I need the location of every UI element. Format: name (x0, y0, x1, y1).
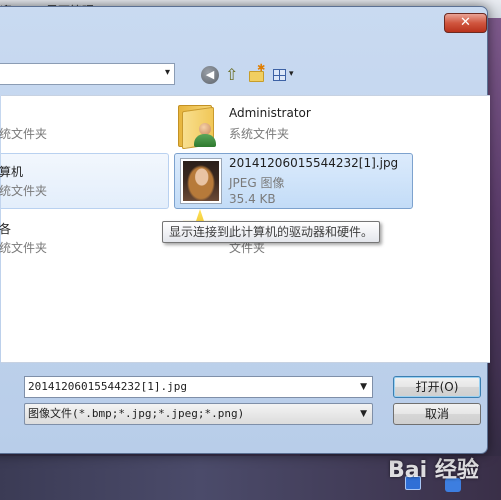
up-folder-icon[interactable]: ⇧ (225, 66, 243, 84)
jpg-file-type: JPEG 图像 (229, 176, 285, 190)
administrator-name[interactable]: Administrator (229, 106, 311, 120)
jpg-file-size: 35.4 KB (229, 192, 276, 206)
user-folder-icon[interactable] (178, 101, 216, 150)
left-item-3-name: 各 (0, 222, 12, 236)
chevron-down-icon[interactable]: ▼ (360, 377, 367, 397)
file-name-value: 20141206015544232[1].jpg (28, 380, 187, 393)
file-type-value: 图像文件(*.bmp;*.jpg;*.jpeg;*.png) (28, 407, 245, 420)
cancel-button[interactable]: 取消 (393, 403, 481, 425)
jpg-file-name[interactable]: 20141206015544232[1].jpg (229, 156, 398, 170)
file-type-select[interactable]: 图像文件(*.bmp;*.jpg;*.jpeg;*.png) ▼ (24, 403, 373, 425)
view-menu-icon[interactable]: ▾ (272, 66, 300, 84)
back-icon[interactable]: ◀ (201, 66, 219, 84)
file-name-input[interactable]: 20141206015544232[1].jpg ▼ (24, 376, 373, 398)
left-item-2-name: 算机 (0, 165, 24, 179)
left-item-2-type: 统文件夹 (0, 184, 48, 198)
folder-path-combobox[interactable]: ▾ (0, 63, 175, 85)
baidu-watermark: Bai 经验 (388, 458, 479, 483)
chevron-down-icon[interactable]: ▾ (165, 67, 170, 78)
list-item-computer[interactable] (1, 153, 169, 209)
administrator-type: 系统文件夹 (229, 127, 290, 141)
open-file-dialog: ✕ ▾ ◀ ⇧ ✱ ▾ 统文件夹 算机 统文件夹 各 统文件夹 Administ… (0, 6, 490, 454)
close-button[interactable]: ✕ (444, 13, 487, 33)
chevron-down-icon[interactable]: ▼ (360, 404, 367, 424)
new-folder-icon[interactable]: ✱ (248, 63, 266, 84)
left-item-1-type: 统文件夹 (0, 127, 48, 141)
left-item-3-type: 统文件夹 (0, 241, 48, 255)
open-button[interactable]: 打开(O) (393, 376, 481, 398)
image-thumbnail[interactable] (180, 158, 222, 204)
tooltip: 显示连接到此计算机的驱动器和硬件。 (162, 221, 381, 243)
file-list-pane: 统文件夹 算机 统文件夹 各 统文件夹 Administrator 系统文件夹 … (0, 95, 490, 363)
